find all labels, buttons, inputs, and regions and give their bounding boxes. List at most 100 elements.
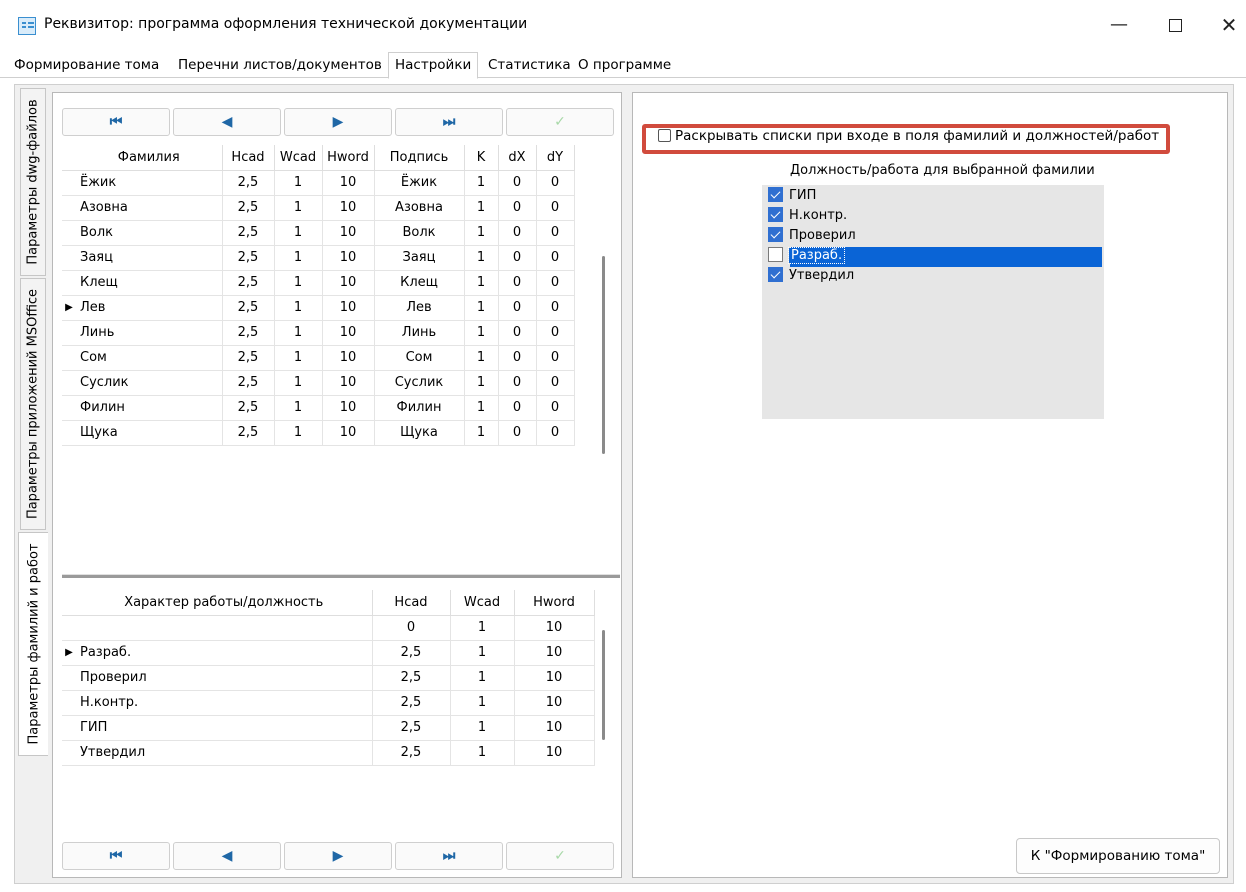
surname-cell[interactable]: 0 bbox=[498, 170, 537, 196]
surname-cell[interactable]: 2,5 bbox=[222, 320, 275, 346]
surname-cell[interactable]: 0 bbox=[498, 195, 537, 221]
surname-cell[interactable]: 0 bbox=[498, 270, 537, 296]
role-cell[interactable]: 10 bbox=[514, 615, 595, 641]
role-item-utverdil[interactable]: Утвердил bbox=[768, 267, 854, 287]
role-cell[interactable]: 2,5 bbox=[372, 690, 451, 716]
surname-cell[interactable]: Сом bbox=[76, 345, 223, 371]
surname-cell[interactable]: 1 bbox=[464, 420, 499, 446]
maximize-button[interactable] bbox=[1160, 14, 1190, 38]
surname-cell[interactable]: 2,5 bbox=[222, 245, 275, 271]
surname-cell[interactable]: Щука bbox=[76, 420, 223, 446]
tab-about[interactable]: О программе bbox=[572, 55, 677, 77]
surname-cell[interactable]: 10 bbox=[322, 420, 375, 446]
tab-statistics[interactable]: Статистика bbox=[482, 55, 577, 77]
role-cell[interactable]: 0 bbox=[372, 615, 451, 641]
surname-cell[interactable]: Заяц bbox=[374, 245, 465, 271]
role-row[interactable]: ГИП 2,5 1 10 bbox=[62, 715, 595, 741]
col-role-hword[interactable]: Hword bbox=[514, 590, 595, 616]
surname-cell[interactable]: Волк bbox=[374, 220, 465, 246]
role-item-nkontr[interactable]: Н.контр. bbox=[768, 207, 847, 227]
surname-cell[interactable]: 1 bbox=[464, 345, 499, 371]
surname-cell[interactable]: 1 bbox=[274, 220, 323, 246]
surname-cell[interactable]: Линь bbox=[76, 320, 223, 346]
role-cell[interactable]: 1 bbox=[450, 640, 515, 666]
surname-row[interactable]: Волк 2,5 1 10 Волк 1 0 0 bbox=[62, 220, 575, 246]
surname-cell[interactable]: 10 bbox=[322, 395, 375, 421]
surname-cell[interactable]: 1 bbox=[464, 370, 499, 396]
role-cell[interactable]: Разраб. bbox=[76, 640, 373, 666]
surname-row[interactable]: Ёжик 2,5 1 10 Ёжик 1 0 0 bbox=[62, 170, 575, 196]
surname-row[interactable]: Щука 2,5 1 10 Щука 1 0 0 bbox=[62, 420, 575, 446]
expand-lists-checkbox[interactable]: Раскрывать списки при входе в поля фамил… bbox=[658, 128, 1159, 144]
role-checkbox-checked[interactable] bbox=[768, 227, 783, 242]
roles-scrollbar[interactable] bbox=[602, 630, 605, 740]
surname-cell[interactable]: 10 bbox=[322, 370, 375, 396]
surname-cell[interactable]: 10 bbox=[322, 295, 375, 321]
nav-last-button[interactable]: ⏭ bbox=[395, 108, 503, 136]
role-item-razrab[interactable]: Разраб. bbox=[768, 247, 1102, 267]
col-hword[interactable]: Hword bbox=[322, 145, 375, 171]
nav-prev-button[interactable]: ◀ bbox=[173, 842, 281, 870]
surname-row[interactable]: ▶ Лев 2,5 1 10 Лев 1 0 0 bbox=[62, 295, 575, 321]
surname-cell[interactable]: 1 bbox=[464, 195, 499, 221]
surname-cell[interactable]: Клещ bbox=[76, 270, 223, 296]
tab-settings[interactable]: Настройки bbox=[388, 52, 479, 79]
surname-cell[interactable]: 10 bbox=[322, 170, 375, 196]
nav-post-button[interactable]: ✓ bbox=[506, 842, 614, 870]
nav-last-button[interactable]: ⏭ bbox=[395, 842, 503, 870]
surname-cell[interactable]: Сом bbox=[374, 345, 465, 371]
surname-row[interactable]: Филин 2,5 1 10 Филин 1 0 0 bbox=[62, 395, 575, 421]
surname-cell[interactable]: 1 bbox=[464, 270, 499, 296]
grid-splitter[interactable] bbox=[62, 574, 620, 578]
surname-cell[interactable]: 0 bbox=[536, 245, 575, 271]
surname-cell[interactable]: 1 bbox=[274, 345, 323, 371]
side-tab-surnames-params[interactable]: Параметры фамилий и работ bbox=[18, 532, 48, 756]
surname-cell[interactable]: 0 bbox=[536, 195, 575, 221]
surname-cell[interactable]: 0 bbox=[536, 270, 575, 296]
role-row[interactable]: 0 1 10 bbox=[62, 615, 595, 641]
surname-cell[interactable]: 10 bbox=[322, 245, 375, 271]
surname-cell[interactable]: Щука bbox=[374, 420, 465, 446]
surname-cell[interactable]: Заяц bbox=[76, 245, 223, 271]
surname-cell[interactable]: 1 bbox=[464, 220, 499, 246]
col-role[interactable]: Характер работы/должность bbox=[76, 590, 373, 616]
surname-cell[interactable]: 0 bbox=[536, 370, 575, 396]
surname-cell[interactable]: Лев bbox=[374, 295, 465, 321]
surname-cell[interactable]: 1 bbox=[464, 170, 499, 196]
role-row[interactable]: Н.контр. 2,5 1 10 bbox=[62, 690, 595, 716]
surname-cell[interactable]: Суслик bbox=[374, 370, 465, 396]
role-row[interactable]: Утвердил 2,5 1 10 bbox=[62, 740, 595, 766]
surname-cell[interactable]: 2,5 bbox=[222, 295, 275, 321]
surname-cell[interactable]: 0 bbox=[498, 320, 537, 346]
surname-cell[interactable]: 0 bbox=[536, 170, 575, 196]
role-cell[interactable]: 2,5 bbox=[372, 715, 451, 741]
role-cell[interactable]: 10 bbox=[514, 715, 595, 741]
col-hcad[interactable]: Hcad bbox=[222, 145, 275, 171]
role-row[interactable]: Проверил 2,5 1 10 bbox=[62, 665, 595, 691]
surname-cell[interactable]: 0 bbox=[498, 295, 537, 321]
surname-cell[interactable]: 1 bbox=[274, 420, 323, 446]
surname-cell[interactable]: Ёжик bbox=[374, 170, 465, 196]
role-checkbox-checked[interactable] bbox=[768, 207, 783, 222]
nav-post-button[interactable]: ✓ bbox=[506, 108, 614, 136]
col-role-wcad[interactable]: Wcad bbox=[450, 590, 515, 616]
surname-cell[interactable]: 10 bbox=[322, 345, 375, 371]
tab-volume-formation[interactable]: Формирование тома bbox=[8, 55, 165, 77]
surname-cell[interactable]: Филин bbox=[374, 395, 465, 421]
surname-cell[interactable]: 0 bbox=[536, 295, 575, 321]
surname-row[interactable]: Сом 2,5 1 10 Сом 1 0 0 bbox=[62, 345, 575, 371]
surname-row[interactable]: Суслик 2,5 1 10 Суслик 1 0 0 bbox=[62, 370, 575, 396]
nav-prev-button[interactable]: ◀ bbox=[173, 108, 281, 136]
surname-cell[interactable]: 1 bbox=[274, 395, 323, 421]
surname-cell[interactable]: Азовна bbox=[76, 195, 223, 221]
surname-cell[interactable]: 1 bbox=[274, 270, 323, 296]
surname-cell[interactable]: 1 bbox=[464, 295, 499, 321]
role-row[interactable]: ▶ Разраб. 2,5 1 10 bbox=[62, 640, 595, 666]
surname-cell[interactable]: 2,5 bbox=[222, 345, 275, 371]
surname-cell[interactable]: 10 bbox=[322, 270, 375, 296]
role-cell[interactable]: Проверил bbox=[76, 665, 373, 691]
surname-cell[interactable]: 1 bbox=[274, 295, 323, 321]
role-checkbox-checked[interactable] bbox=[768, 267, 783, 282]
col-dy[interactable]: dY bbox=[536, 145, 575, 171]
surname-cell[interactable]: 0 bbox=[498, 220, 537, 246]
